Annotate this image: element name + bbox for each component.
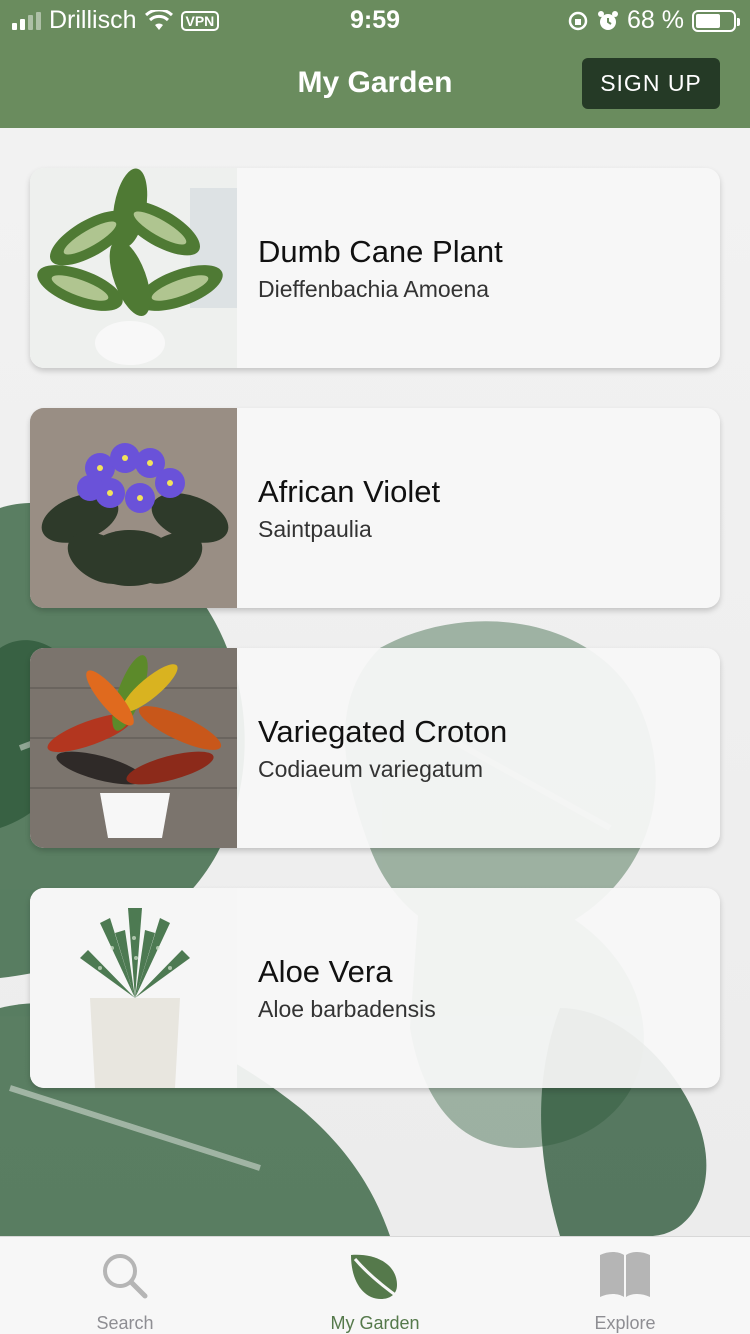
tab-search[interactable]: Search xyxy=(0,1237,250,1334)
plant-scientific-name: Codiaeum variegatum xyxy=(258,756,484,782)
tab-explore[interactable]: Explore xyxy=(500,1237,750,1334)
status-bar: Drillisch VPN 9:59 68 % xyxy=(0,0,750,42)
plant-card[interactable]: Variegated Croton Codiaeum variegatum xyxy=(30,648,720,848)
battery-percent: 68 % xyxy=(627,6,684,34)
plant-card[interactable]: Aloe Vera Aloe barbadensis xyxy=(30,888,720,1088)
sign-up-button[interactable]: SIGN UP xyxy=(582,58,720,109)
plant-scientific-name: Aloe barbadensis xyxy=(258,996,436,1022)
alarm-icon xyxy=(598,10,619,30)
rotation-lock-icon xyxy=(568,11,588,30)
plant-card[interactable]: Dumb Cane Plant Dieffenbachia Amoena xyxy=(30,168,720,368)
search-icon xyxy=(103,1254,148,1299)
plant-card[interactable]: African Violet Saintpaulia xyxy=(30,408,720,608)
plant-scientific-name: Dieffenbachia Amoena xyxy=(258,276,490,302)
top-navigation-bar: Drillisch VPN 9:59 68 % My Garden SIGN U… xyxy=(0,0,750,128)
dieffenbachia-photo xyxy=(30,168,237,368)
tab-label: Explore xyxy=(594,1313,656,1333)
aloe-vera-photo xyxy=(30,888,237,1088)
tab-label: My Garden xyxy=(330,1313,420,1333)
african-violet-photo xyxy=(30,408,237,608)
tab-bar: Search My Garden Explore xyxy=(0,1236,750,1334)
plant-name: Variegated Croton xyxy=(258,714,508,749)
croton-photo xyxy=(30,648,237,848)
tab-my-garden[interactable]: My Garden xyxy=(250,1237,500,1334)
plant-scientific-name: Saintpaulia xyxy=(258,516,372,542)
plant-name: African Violet xyxy=(258,474,441,509)
leaf-icon xyxy=(351,1254,402,1301)
battery-icon xyxy=(692,9,740,32)
plant-name: Dumb Cane Plant xyxy=(258,234,503,269)
book-icon xyxy=(600,1252,650,1297)
tab-label: Search xyxy=(96,1313,154,1333)
plant-name: Aloe Vera xyxy=(258,954,393,989)
